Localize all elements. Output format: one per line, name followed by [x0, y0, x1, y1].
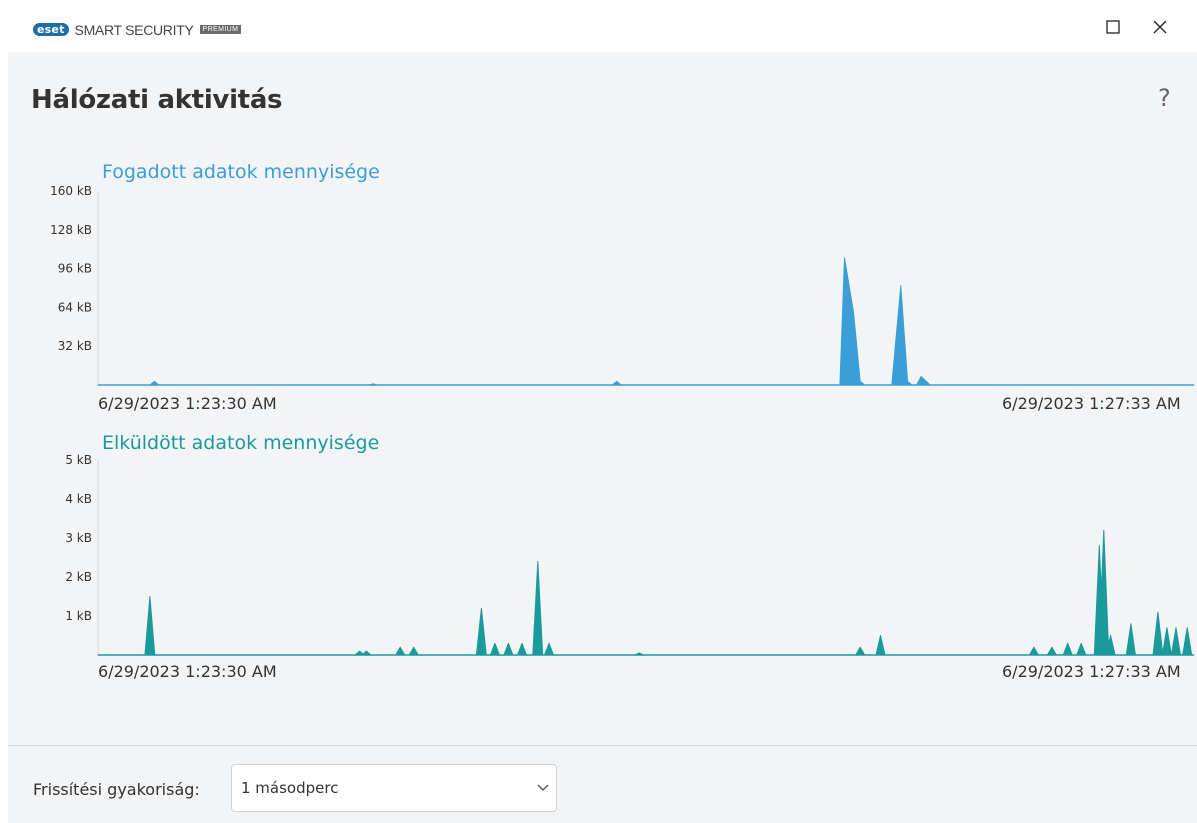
series-area — [97, 257, 1195, 386]
refresh-frequency-select[interactable]: 1 másodperc — [231, 764, 557, 812]
eset-logo: eset SMART SECURITY PREMIUM — [33, 21, 242, 38]
received-x-start-label: 6/29/2023 1:23:30 AM — [98, 394, 277, 413]
refresh-frequency-value: 1 másodperc — [241, 779, 339, 797]
sent-data-chart: 1 kB 2 kB 3 kB 4 kB 5 kB — [65, 453, 1195, 656]
y-tick-label: 32 kB — [58, 339, 92, 353]
brand-badge: eset — [33, 23, 69, 36]
close-icon — [1153, 20, 1167, 34]
y-tick-label: 64 kB — [58, 300, 92, 314]
maximize-icon — [1106, 20, 1120, 34]
brand-edition: PREMIUM — [199, 25, 242, 34]
y-tick-label: 4 kB — [65, 492, 92, 506]
refresh-frequency-label: Frissítési gyakoriság: — [33, 780, 200, 799]
footer-divider — [8, 745, 1197, 746]
y-tick-label: 3 kB — [65, 531, 92, 545]
title-bar: eset SMART SECURITY PREMIUM — [0, 0, 1197, 52]
received-x-end-label: 6/29/2023 1:27:33 AM — [1002, 394, 1181, 413]
y-tick-label: 96 kB — [58, 262, 92, 276]
main-content: Hálózati aktivitás ? Fogadott adatok men… — [8, 52, 1197, 823]
y-tick-label: 5 kB — [65, 453, 92, 467]
received-data-chart: 32 kB 64 kB 96 kB 128 kB 160 kB — [50, 184, 1195, 386]
close-button[interactable] — [1145, 12, 1175, 42]
brand-name: SMART SECURITY — [74, 21, 194, 38]
y-tick-label: 128 kB — [50, 223, 92, 237]
sent-x-start-label: 6/29/2023 1:23:30 AM — [98, 662, 277, 681]
y-tick-label: 160 kB — [50, 184, 92, 198]
series-area — [97, 529, 1195, 656]
sent-x-end-label: 6/29/2023 1:27:33 AM — [1002, 662, 1181, 681]
chevron-down-icon — [537, 784, 549, 791]
maximize-button[interactable] — [1098, 12, 1128, 42]
y-tick-label: 2 kB — [65, 570, 92, 584]
charts-canvas: 32 kB 64 kB 96 kB 128 kB 160 kB 1 kB 2 kB 3 kB… — [50, 184, 1195, 656]
y-tick-label: 1 kB — [65, 609, 92, 623]
